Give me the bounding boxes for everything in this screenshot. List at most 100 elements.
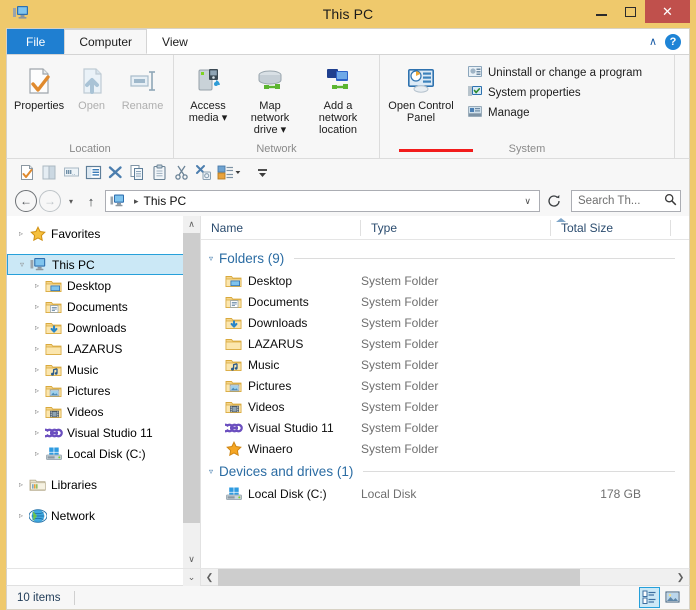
table-row[interactable]: LAZARUS System Folder [201, 333, 689, 354]
details-view-button[interactable] [639, 587, 660, 608]
sidebar-item-local-disk-c[interactable]: ▹ Local Disk (C:) [7, 443, 200, 464]
expand-arrow-icon[interactable]: ▹ [29, 428, 45, 437]
table-row[interactable]: Videos System Folder [201, 396, 689, 417]
sidebar-item-pictures[interactable]: ▹ Pictures [7, 380, 200, 401]
sidebar-item-libraries[interactable]: ▹ Libraries [7, 474, 200, 495]
refresh-button[interactable] [543, 190, 565, 212]
nav-scroll-up-button[interactable]: ∧ [183, 216, 200, 233]
maximize-button[interactable] [616, 0, 645, 23]
tab-computer[interactable]: Computer [64, 29, 148, 54]
delete-icon[interactable] [107, 164, 124, 181]
nav-scroll-down-corner-icon[interactable]: ⌄ [183, 568, 200, 586]
collapse-ribbon-icon[interactable]: ∧ [649, 35, 657, 48]
sidebar-item-network[interactable]: ▹ Network [7, 505, 200, 526]
group-collapse-icon[interactable]: ▿ [209, 467, 213, 476]
expand-arrow-icon[interactable]: ▹ [29, 344, 45, 353]
rename-small-icon[interactable]: .. [63, 164, 80, 181]
add-network-location-button[interactable]: Add a network location [303, 62, 373, 139]
sidebar-item-downloads[interactable]: ▹ Downloads [7, 317, 200, 338]
expand-arrow-icon[interactable]: ▹ [29, 449, 45, 458]
open-control-panel-button[interactable]: Open Control Panel [385, 62, 457, 127]
help-icon[interactable]: ? [665, 33, 681, 50]
sidebar-item-lazarus[interactable]: ▹ LAZARUS [7, 338, 200, 359]
column-header-total-size[interactable]: Total Size [551, 216, 671, 240]
music-folder-icon [45, 362, 63, 378]
table-row[interactable]: Music System Folder [201, 354, 689, 375]
table-row[interactable]: Documents System Folder [201, 291, 689, 312]
expand-arrow-icon[interactable]: ▹ [29, 302, 45, 311]
sidebar-item-desktop[interactable]: ▹ Desktop [7, 275, 200, 296]
search-input[interactable] [578, 195, 664, 207]
navigation-pane-icon[interactable] [85, 164, 102, 181]
table-row[interactable]: Local Disk (C:) Local Disk 178 GB [201, 483, 689, 504]
close-button[interactable]: ✕ [645, 0, 690, 23]
tab-file[interactable]: File [7, 29, 65, 54]
sidebar-item-favorites[interactable]: ▹ Favorites [7, 223, 200, 244]
sidebar-item-videos[interactable]: ▹ Videos [7, 401, 200, 422]
nav-pane-scrollbar[interactable]: ∧ ∨ [183, 216, 200, 568]
map-network-drive-button[interactable]: Map network drive ▾ [237, 62, 303, 139]
hscroll-thumb[interactable] [218, 568, 580, 586]
table-row[interactable]: Winaero System Folder [201, 438, 689, 459]
select-layout-icon[interactable] [217, 164, 241, 181]
sidebar-item-visual-studio-11[interactable]: ▹ Visual Studio 11 [7, 422, 200, 443]
open-small-icon[interactable] [41, 164, 58, 181]
column-header-name[interactable]: Name [201, 216, 361, 240]
properties-small-icon[interactable] [19, 164, 36, 181]
breadcrumb-dropdown-icon[interactable]: ∨ [518, 196, 537, 207]
sidebar-item-music[interactable]: ▹ Music [7, 359, 200, 380]
expand-arrow-icon[interactable]: ▹ [29, 281, 45, 290]
search-icon[interactable] [664, 193, 677, 209]
forward-button[interactable]: → [39, 190, 61, 212]
nav-scroll-thumb[interactable] [183, 233, 200, 523]
properties-button[interactable]: Properties [12, 62, 66, 115]
column-header-type[interactable]: Type [361, 216, 551, 240]
system-properties-label: System properties [488, 87, 581, 99]
customize-dropdown-icon[interactable] [254, 164, 271, 181]
uninstall-program-icon [467, 64, 483, 83]
remove-properties-icon[interactable] [195, 164, 212, 181]
hscroll-left-button[interactable]: ❮ [201, 569, 218, 586]
cut-icon[interactable] [173, 164, 190, 181]
expand-arrow-icon[interactable]: ▹ [29, 365, 45, 374]
breadcrumb-this-pc[interactable]: This PC [144, 194, 187, 208]
rename-button[interactable]: Rename [117, 62, 168, 115]
group-collapse-icon[interactable]: ▿ [209, 254, 213, 263]
manage-button[interactable]: Manage [463, 103, 646, 123]
up-button[interactable]: ↑ [81, 194, 101, 209]
large-icons-view-button[interactable] [662, 587, 683, 608]
table-row[interactable]: Desktop System Folder [201, 270, 689, 291]
expand-arrow-icon[interactable]: ▹ [13, 511, 29, 520]
table-row[interactable]: Pictures System Folder [201, 375, 689, 396]
group-header[interactable]: ▿ Folders (9) [201, 246, 689, 270]
sidebar-item-documents[interactable]: ▹ Documents [7, 296, 200, 317]
group-header[interactable]: ▿ Devices and drives (1) [201, 459, 689, 483]
back-button[interactable]: ← [15, 190, 37, 212]
collapse-arrow-icon[interactable]: ▿ [14, 260, 30, 269]
sidebar-item-this-pc[interactable]: ▿ This PC [7, 254, 184, 275]
libraries-icon [29, 477, 47, 493]
expand-arrow-icon[interactable]: ▹ [29, 407, 45, 416]
hscroll-right-button[interactable]: ❯ [672, 569, 689, 586]
recent-locations-button[interactable]: ▾ [63, 197, 79, 206]
table-row[interactable]: Downloads System Folder [201, 312, 689, 333]
breadcrumb-bar[interactable]: ▸ This PC ∨ [105, 190, 540, 212]
minimize-button[interactable] [587, 0, 616, 23]
expand-arrow-icon[interactable]: ▹ [13, 480, 29, 489]
search-box[interactable] [571, 190, 681, 212]
expand-arrow-icon[interactable]: ▹ [29, 323, 45, 332]
documents-folder-icon [45, 299, 63, 315]
copy-icon[interactable] [129, 164, 146, 181]
open-button[interactable]: Open [66, 62, 117, 115]
nav-scroll-down-button[interactable]: ∨ [183, 551, 200, 568]
access-media-button[interactable]: Access media ▾ [179, 62, 237, 127]
file-name-label: Videos [248, 399, 285, 414]
table-row[interactable]: Visual Studio 11 System Folder [201, 417, 689, 438]
paste-icon[interactable] [151, 164, 168, 181]
tab-view[interactable]: View [147, 29, 203, 54]
uninstall-program-button[interactable]: Uninstall or change a program [463, 63, 646, 83]
system-properties-button[interactable]: System properties [463, 83, 646, 103]
expand-arrow-icon[interactable]: ▹ [29, 386, 45, 395]
computer-icon [12, 5, 30, 22]
expand-arrow-icon[interactable]: ▹ [13, 229, 29, 238]
